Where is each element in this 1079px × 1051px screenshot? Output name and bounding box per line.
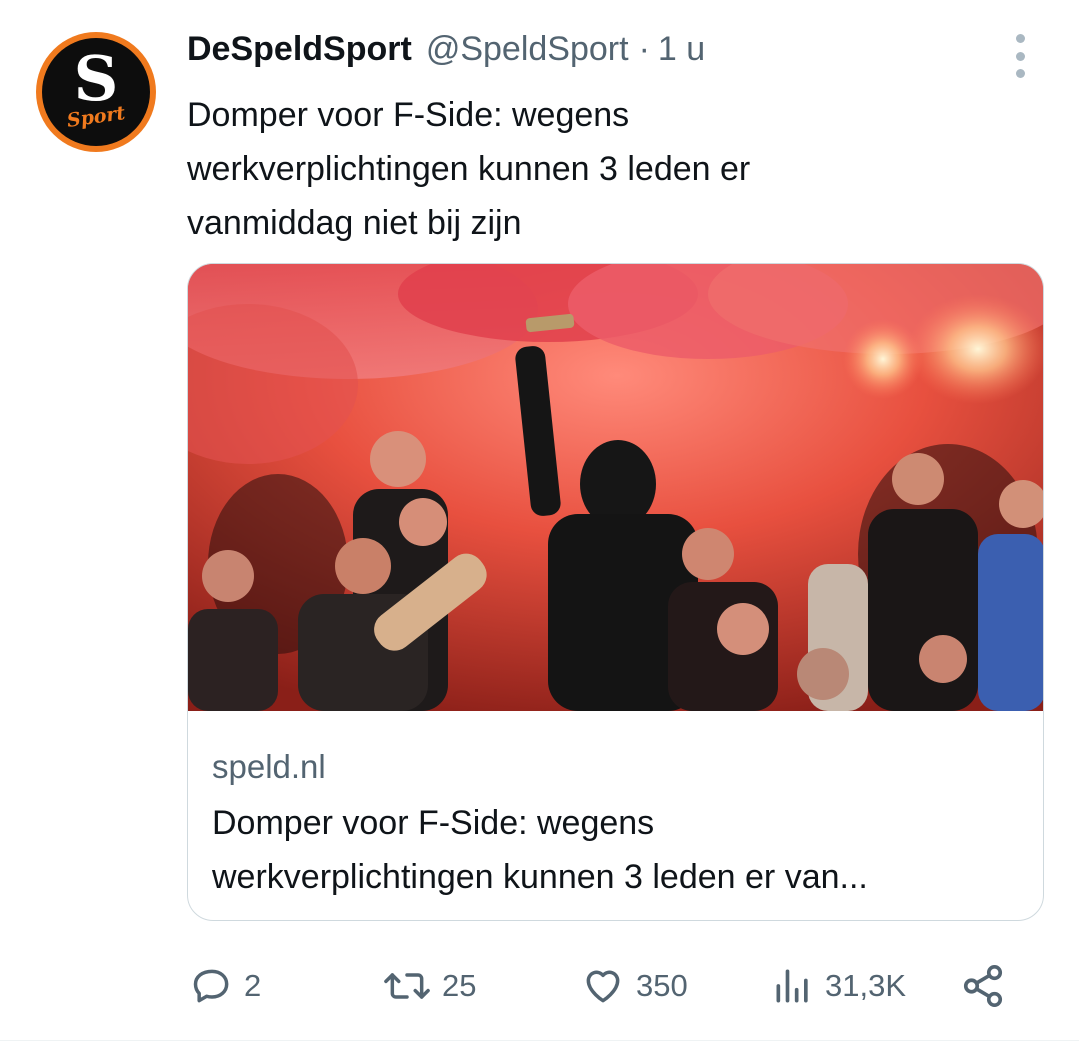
tweet-header: DeSpeldSport @SpeldSport · 1 u xyxy=(187,30,705,76)
more-options-icon[interactable] xyxy=(1006,34,1034,78)
share-icon xyxy=(963,965,1003,1007)
views-button[interactable]: 31,3K xyxy=(771,956,906,1016)
reply-count: 2 xyxy=(244,968,262,1003)
avatar-logo: S Sport xyxy=(42,38,150,146)
share-button[interactable] xyxy=(960,956,1006,1016)
card-title: Domper voor F-Side: wegens werkverplicht… xyxy=(212,796,1022,904)
author-handle[interactable]: @SpeldSport xyxy=(426,30,629,69)
tweet-actions: 2 25 350 31,3K xyxy=(0,956,1079,1016)
header-separator: · xyxy=(638,30,650,68)
avatar[interactable]: S Sport xyxy=(36,32,156,152)
more-dot xyxy=(1015,51,1025,61)
author-display-name[interactable]: DeSpeldSport xyxy=(187,30,412,69)
tweet-text: Domper voor F-Side: wegens werkverplicht… xyxy=(187,88,1047,250)
card-title-line: Domper voor F-Side: wegens xyxy=(212,804,655,842)
heart-icon xyxy=(586,970,620,1003)
views-count: 31,3K xyxy=(825,968,907,1003)
more-dot xyxy=(1015,34,1025,43)
reply-icon xyxy=(193,969,229,1003)
link-card[interactable]: speld.nl Domper voor F-Side: wegens werk… xyxy=(187,263,1044,921)
tweet-text-line: Domper voor F-Side: wegens xyxy=(187,96,630,134)
views-icon xyxy=(776,969,808,1003)
tweet-text-line: vanmiddag niet bij zijn xyxy=(187,204,522,242)
card-title-line: werkverplichtingen kunnen 3 leden er van… xyxy=(212,858,868,896)
card-photo xyxy=(188,264,1043,711)
card-domain: speld.nl xyxy=(212,748,326,785)
tweet-timestamp[interactable]: 1 u xyxy=(658,30,705,69)
tweet[interactable]: S Sport DeSpeldSport @SpeldSport · 1 u D… xyxy=(0,0,1079,1051)
card-image[interactable] xyxy=(188,264,1043,711)
retweet-button[interactable]: 25 xyxy=(382,956,476,1016)
tweet-text-line: werkverplichtingen kunnen 3 leden er xyxy=(187,150,751,188)
like-count: 350 xyxy=(636,968,688,1003)
retweet-count: 25 xyxy=(442,968,477,1003)
retweet-icon xyxy=(384,973,430,999)
bottom-divider xyxy=(0,1040,1079,1041)
like-button[interactable]: 350 xyxy=(580,956,688,1016)
reply-button[interactable]: 2 xyxy=(190,956,261,1016)
more-dot xyxy=(1015,69,1025,78)
